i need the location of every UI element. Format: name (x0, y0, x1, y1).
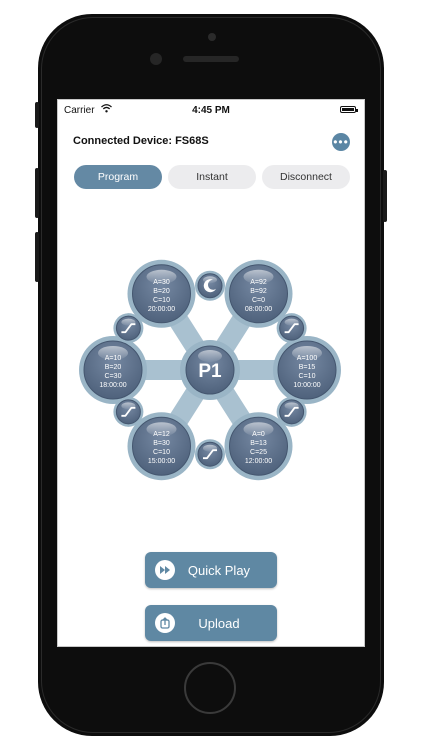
node-value-line: A=92 (250, 279, 267, 286)
home-button[interactable] (184, 662, 236, 714)
volume-down-button (35, 232, 39, 282)
node-value-line: C=10 (299, 373, 316, 380)
node-value-line: B=30 (153, 440, 170, 447)
volume-up-button (35, 168, 39, 218)
transition-connector[interactable] (113, 396, 144, 427)
node-value-line: A=12 (153, 431, 170, 438)
node-value-line: C=0 (252, 297, 265, 304)
quick-play-button[interactable]: Quick Play (145, 552, 277, 588)
front-camera (208, 33, 216, 41)
node-value-line: A=0 (252, 431, 265, 438)
program-label: P1 (198, 361, 222, 382)
fast-forward-icon (155, 560, 175, 580)
node-value-line: 12:00:00 (245, 458, 272, 465)
node-value-line: B=92 (250, 288, 267, 295)
program-step-node[interactable]: A=10 B=20 C=30 18:00:00 (79, 336, 147, 404)
quick-play-label: Quick Play (187, 562, 251, 578)
node-value-line: B=20 (105, 364, 122, 371)
node-value-line: A=30 (153, 279, 170, 286)
node-value-line: B=20 (153, 288, 170, 295)
transition-connector[interactable] (195, 270, 225, 301)
upload-label: Upload (198, 615, 240, 631)
node-value-line: 18:00:00 (99, 382, 126, 389)
node-value-line: C=30 (105, 373, 122, 380)
earpiece-speaker (183, 56, 239, 62)
proximity-sensor (150, 53, 162, 65)
program-step-node[interactable]: A=100 B=15 C=10 10:00:00 (273, 336, 341, 404)
node-value-line: 08:00:00 (245, 306, 272, 313)
transition-connector[interactable] (276, 313, 307, 344)
node-value-line: B=13 (250, 440, 267, 447)
node-value-line: A=10 (105, 355, 122, 362)
node-value-line: 10:00:00 (293, 382, 320, 389)
node-value-line: C=25 (250, 449, 267, 456)
mute-switch (35, 102, 39, 128)
program-center-button[interactable]: P1 (180, 340, 240, 400)
transition-connector[interactable] (113, 313, 144, 344)
power-button (383, 170, 387, 222)
node-value-line: B=15 (299, 364, 316, 371)
node-value-line: A=100 (297, 355, 318, 362)
upload-icon (155, 613, 175, 633)
transition-connector[interactable] (195, 439, 225, 470)
app-screen: Carrier 4:45 PM Connected Device: FS68S … (57, 99, 365, 647)
node-value-line: 20:00:00 (148, 306, 175, 313)
transition-connector[interactable] (276, 396, 307, 427)
node-value-line: C=10 (153, 297, 170, 304)
node-value-line: C=10 (153, 449, 170, 456)
upload-button[interactable]: Upload (145, 605, 277, 641)
node-value-line: 15:00:00 (148, 458, 175, 465)
